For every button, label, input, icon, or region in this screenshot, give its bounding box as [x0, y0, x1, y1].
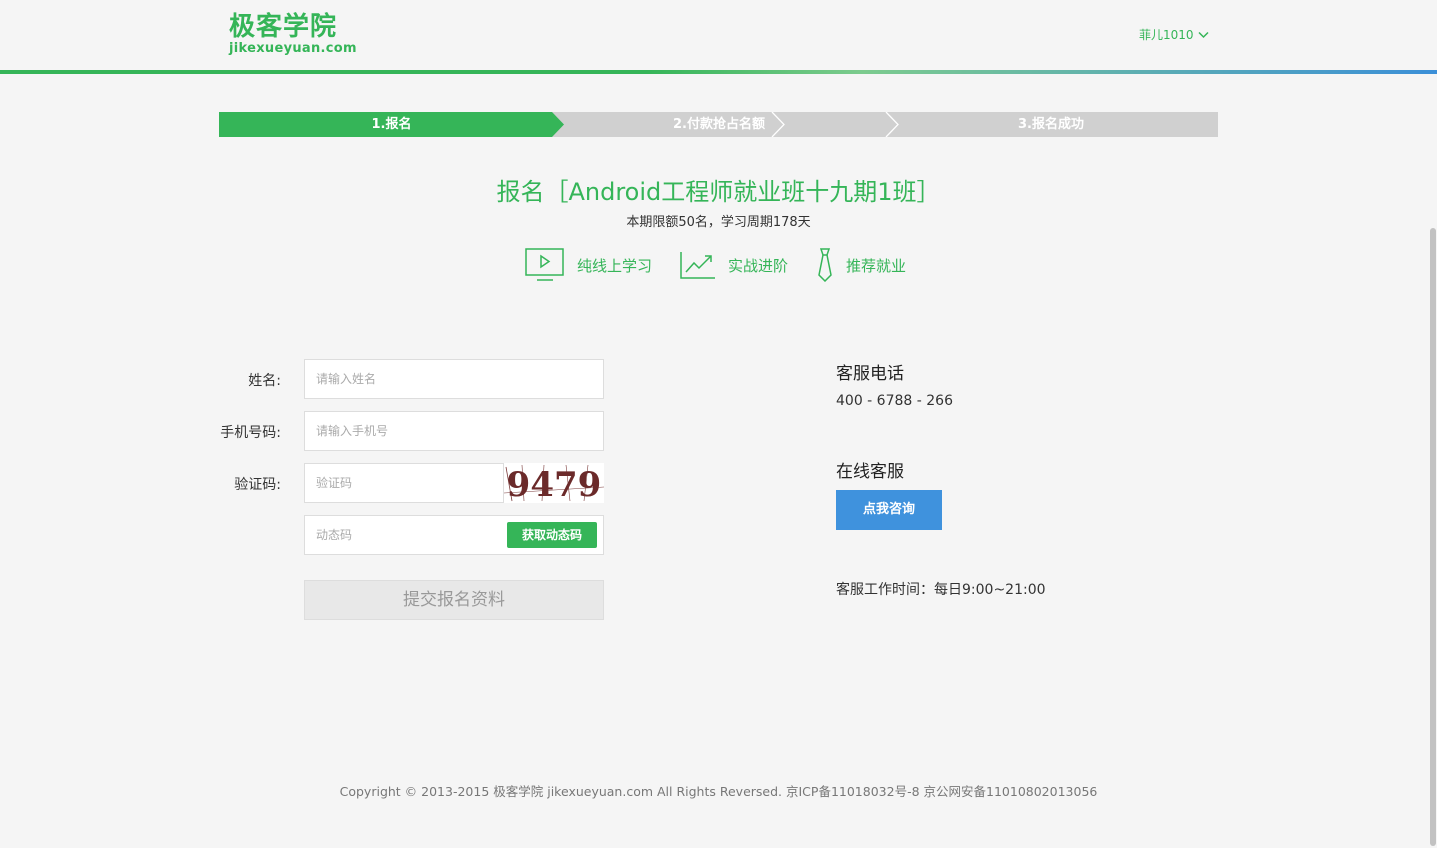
scrollbar[interactable] [1430, 228, 1436, 846]
captcha-text: 9479 [507, 465, 602, 503]
tie-icon [818, 248, 832, 282]
course-title: 报名［Android工程师就业班十九期1班］ [496, 178, 941, 206]
trend-chart-icon [680, 252, 716, 279]
feature-list: 纯线上学习 实战进阶 推荐就业 [525, 248, 934, 282]
service-phone-title: 客服电话 [836, 364, 904, 384]
logo-domain: jikexueyuan.com [229, 41, 357, 56]
logo[interactable]: 极客学院 jikexueyuan.com [229, 12, 357, 56]
name-input[interactable]: 请输入姓名 [304, 359, 604, 399]
course-subtitle: 本期限额50名，学习周期178天 [626, 215, 811, 230]
service-phone: 400 - 6788 - 266 [836, 393, 953, 409]
captcha-noise: 9479 [504, 464, 604, 503]
phone-label: 手机号码: [220, 425, 281, 441]
name-label: 姓名: [248, 373, 281, 389]
captcha-label: 验证码: [234, 477, 281, 493]
consult-button[interactable]: 点我咨询 [836, 490, 942, 530]
step-3: 3.报名成功 [1018, 117, 1084, 132]
phone-input[interactable]: 请输入手机号 [304, 411, 604, 451]
feature-item: 推荐就业 [816, 248, 906, 282]
logo-chinese: 极客学院 [229, 12, 338, 42]
submit-button[interactable]: 提交报名资料 [304, 580, 604, 620]
feature-item: 实战进阶 [680, 250, 788, 280]
user-name: 菲儿1010 [1139, 28, 1194, 42]
progress-steps: 1.报名 2.付款抢占名额 3.报名成功 [219, 112, 1218, 137]
footer-copyright: Copyright © 2013-2015 极客学院 jikexueyuan.c… [339, 784, 1098, 799]
online-service-title: 在线客服 [836, 462, 904, 482]
page-header: 极客学院 jikexueyuan.com 菲儿1010 [0, 0, 1437, 74]
user-menu[interactable]: 菲儿1010 [1139, 26, 1209, 43]
feature-item: 纯线上学习 [525, 248, 652, 282]
monitor-play-icon [525, 248, 564, 281]
header-divider [0, 70, 1437, 74]
chevron-down-icon [1198, 31, 1209, 38]
feature-label: 纯线上学习 [577, 256, 653, 275]
get-dynamic-code-button[interactable]: 获取动态码 [507, 522, 597, 548]
service-hours: 客服工作时间：每日9:00~21:00 [836, 582, 1046, 598]
captcha-image[interactable]: 9479 [504, 463, 604, 503]
step-1: 1.报名 [219, 112, 564, 137]
step-2: 2.付款抢占名额 [673, 117, 765, 132]
captcha-input[interactable]: 验证码 [304, 463, 504, 503]
feature-label: 推荐就业 [846, 256, 907, 275]
feature-label: 实战进阶 [728, 256, 789, 275]
